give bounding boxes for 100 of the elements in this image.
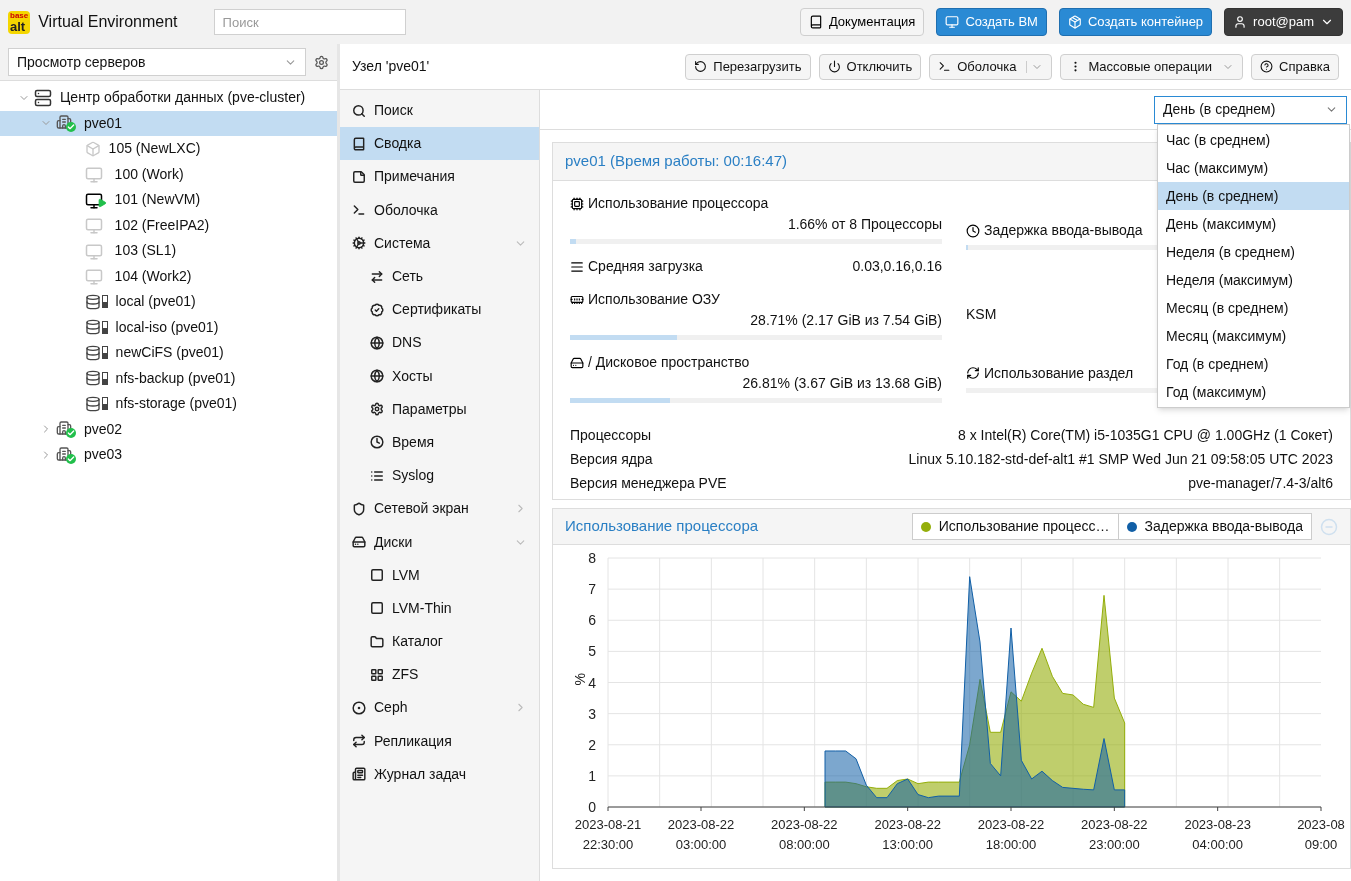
book-icon [808,15,823,29]
stat-label: Задержка ввода-вывода [984,221,1143,240]
nav-item[interactable]: Оболочка [340,193,539,227]
nav-item[interactable]: Каталог [340,625,539,659]
tree-item[interactable]: 102 (FreeIPA2) [0,212,337,238]
info-value: 8 x Intel(R) Core(TM) i5-1035G1 CPU @ 1.00GHz (1 Сокет) [958,425,1333,445]
y-axis: 0 1 2 3 4 5 6 7 8 [588,550,596,815]
nav-item[interactable]: Репликация [340,724,539,758]
header-button[interactable]: Документация [799,8,925,36]
tree-item[interactable]: 103 (SL1) [0,238,337,264]
stat-icon [570,259,584,274]
dropdown-option[interactable]: Неделя (в среднем) [1158,238,1349,266]
dropdown-option[interactable]: Месяц (максимум) [1158,322,1349,350]
user-menu-button[interactable]: root@pam [1224,8,1343,36]
nav-item[interactable]: DNS [340,326,539,360]
panel-title: Использование процессора [565,516,760,537]
tree-item[interactable]: 104 (Work2) [0,263,337,289]
nav-icon [370,435,384,450]
nav-icon [370,634,384,649]
header-button[interactable]: Создать контейнер [1058,8,1213,36]
nav-item[interactable]: Время [340,425,539,460]
dropdown-option[interactable]: Месяц (в среднем) [1158,294,1349,322]
storage-icon [84,319,108,336]
x-tick-label: 2023-08-22 23:00:00 [1081,817,1148,852]
nav-item[interactable]: Хосты [340,359,539,393]
stat-label: Средняя загрузка [588,257,704,276]
nav-icon [352,700,366,715]
stat-icon [966,366,980,380]
tree-item[interactable]: nfs-backup (pve01) [0,365,337,391]
nav-item[interactable]: Параметры [340,392,539,426]
nav-item[interactable]: Сетевой экран [340,492,539,526]
nav-icon [370,468,384,483]
nav-icon [352,767,366,782]
legend-item[interactable]: Использование процесс… [911,513,1119,540]
legend-item[interactable]: Задержка ввода-вывода [1117,513,1312,540]
storage-icon [84,395,108,412]
view-select[interactable]: Просмотр серверов [8,48,306,76]
dropdown-option[interactable]: Час (максимум) [1158,154,1349,182]
toolbar-button[interactable]: Отключить [818,53,922,80]
tree-item[interactable]: local (pve01) [0,289,337,315]
info-value: Linux 5.10.182-std-def-alt1 #1 SMP Wed Jun 21 09:58:05 UTC 2023 [908,449,1333,469]
tree-item[interactable]: pve01 [0,110,337,136]
x-tick-label: 2023-08-22 18:00:00 [977,817,1045,852]
toolbar-button[interactable]: Справка [1251,53,1339,80]
stat-value: 0.03,0.16,0.16 [852,257,942,276]
tree-item[interactable]: local-iso (pve01) [0,314,337,340]
tree-item[interactable]: 101 (NewVM) [0,187,337,213]
settings-icon[interactable] [314,54,329,70]
nav-icon [352,103,366,118]
dropdown-option[interactable]: Год (максимум) [1158,378,1349,406]
search-field[interactable]: Поиск [213,9,406,35]
dropdown-option[interactable]: Неделя (максимум) [1158,266,1349,294]
axis-title: % [572,673,588,686]
nav-icon [352,734,366,749]
stat-icon [966,223,980,238]
tree-item[interactable]: pve03 [0,442,337,468]
server-rack-icon [34,88,52,107]
header-button[interactable]: Создать ВМ [936,8,1047,36]
nav-item[interactable]: LVM [340,558,539,592]
toolbar-button[interactable]: Перезагрузить [685,53,811,80]
dropdown-option[interactable]: Год (в среднем) [1158,350,1349,378]
nav-icon [352,136,366,151]
nav-item[interactable]: Сертификаты [340,293,539,327]
stat-label: Использование раздел [984,363,1134,383]
stat-label: KSM [966,305,997,324]
tree-item[interactable]: Центр обработки данных (pve-cluster) [0,85,337,111]
nav-icon [370,601,384,616]
dropdown-option[interactable]: День (в среднем) [1158,182,1349,210]
stat-icon [570,196,584,211]
tree-item[interactable]: newCiFS (pve01) [0,340,337,366]
storage-icon [84,293,108,310]
stat-icon [570,355,584,370]
nav-item[interactable]: Сводка [340,127,539,161]
nav-item[interactable]: Поиск [340,94,539,128]
nav-item[interactable]: Ceph [340,691,539,725]
timeframe-select[interactable]: День (в среднем) [1154,95,1347,124]
nav-icon [352,236,366,251]
storage-icon [84,370,108,387]
stat-label: / Дисковое пространство [588,353,750,372]
nav-item[interactable]: Журнал задач [340,757,539,791]
nav-item[interactable]: ZFS [340,658,539,692]
nav-item[interactable]: Примечания [340,160,539,194]
tree-item[interactable]: 105 (NewLXC) [0,136,337,162]
tree-item[interactable]: 100 (Work) [0,161,337,187]
nav-item[interactable]: Система [340,226,539,260]
nav-item[interactable]: Syslog [340,459,539,493]
nav-item[interactable]: LVM-Thin [340,591,539,625]
nav-icon [370,335,384,350]
nav-icon [352,535,366,550]
toolbar-button[interactable]: Оболочка [929,53,1053,80]
nav-item[interactable]: Сеть [340,259,539,294]
collapse-icon[interactable] [1320,517,1338,536]
tree-item[interactable]: pve02 [0,416,337,442]
dropdown-option[interactable]: День (максимум) [1158,210,1349,238]
tree-item[interactable]: nfs-storage (pve01) [0,391,337,417]
info-label: Версия ядра [570,449,653,469]
nav-item[interactable]: Диски [340,525,539,559]
nav-icon [370,302,384,317]
toolbar-button[interactable]: Массовые операции [1060,53,1243,80]
nav-icon [370,369,384,384]
